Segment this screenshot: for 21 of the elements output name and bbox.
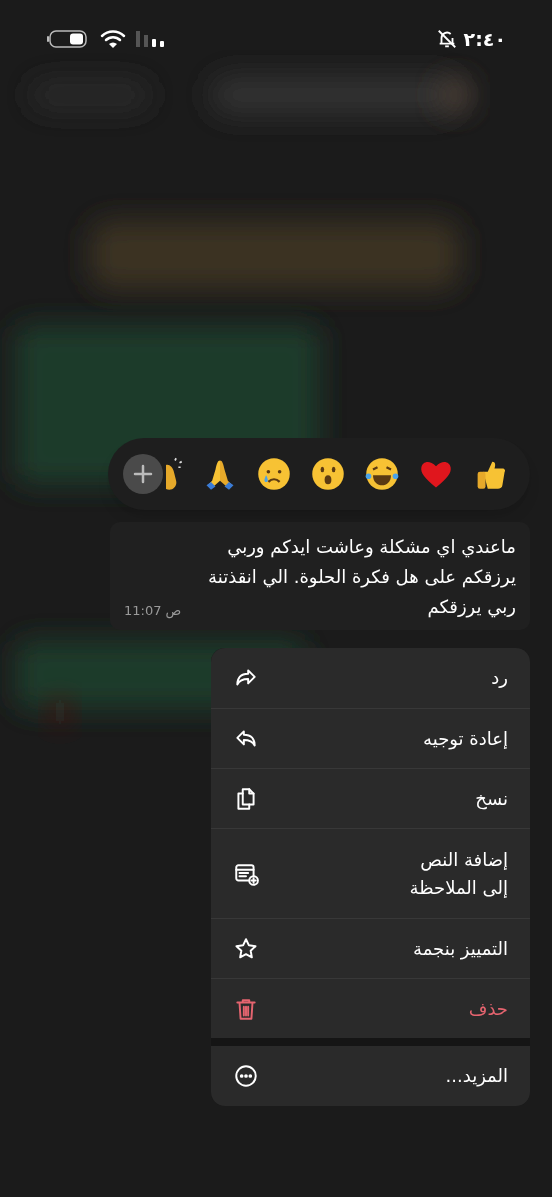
laughing-face-icon[interactable] <box>364 456 400 492</box>
clock-time: ٢:٤٠ <box>463 29 506 49</box>
plus-icon <box>133 464 153 484</box>
wifi-icon <box>100 29 126 49</box>
add-reaction-button[interactable] <box>123 454 163 494</box>
blurred-avatar <box>437 77 473 113</box>
surprised-face-icon[interactable] <box>310 456 346 492</box>
menu-item[interactable]: إعادة توجيه <box>211 708 530 768</box>
signal-icon <box>136 29 166 49</box>
menu-item[interactable]: المزيد... <box>211 1046 530 1106</box>
menu-item[interactable]: حذف <box>211 978 530 1038</box>
battery-icon <box>46 28 90 50</box>
menu-item[interactable]: نسخ <box>211 768 530 828</box>
menu-item[interactable]: التمييز بنجمة <box>211 918 530 978</box>
message-text: ماعندي اي مشكلة وعاشت ايدكم وربي يرزقكم على هل فكرة الحلوة. الي انقذتنة ربي يرزقكم <box>207 535 516 620</box>
message-time: 11:07 ص <box>124 601 182 620</box>
crying-face-icon[interactable] <box>256 456 292 492</box>
menu-item[interactable]: رد <box>211 648 530 708</box>
more-icon <box>233 1063 259 1089</box>
menu-item[interactable]: إضافة النص إلى الملاحظة <box>211 828 530 918</box>
clapping-hand-icon[interactable] <box>166 456 184 492</box>
